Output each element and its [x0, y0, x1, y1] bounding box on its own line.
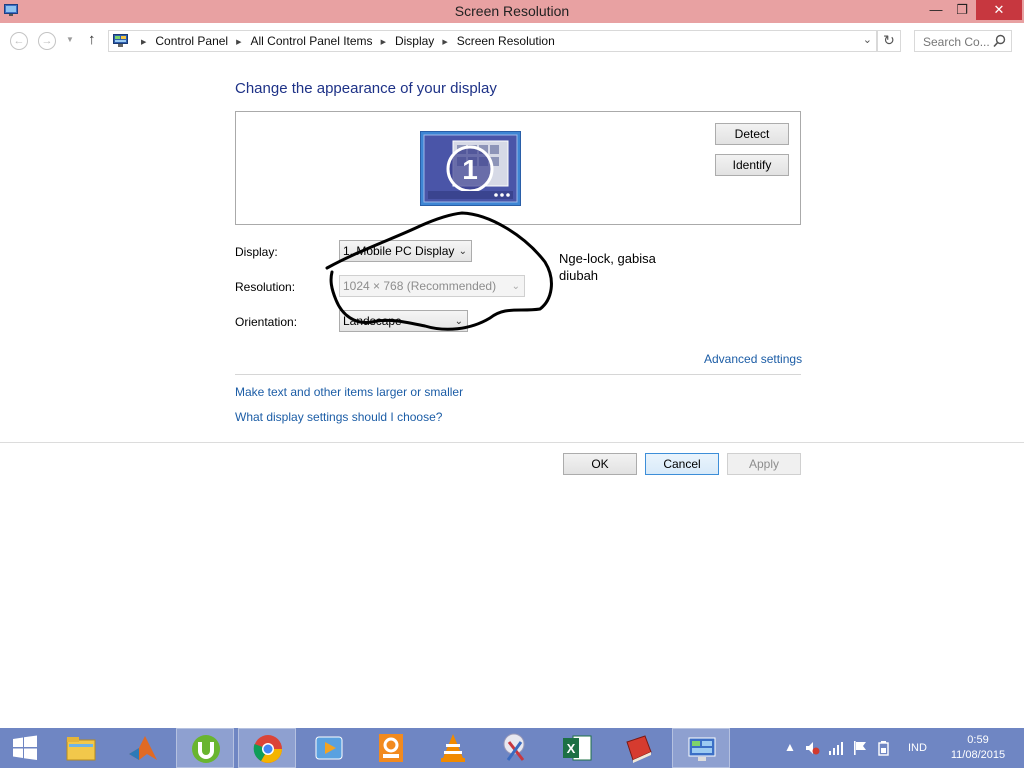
control-panel-icon — [688, 737, 716, 761]
back-button[interactable]: ← — [10, 32, 28, 50]
file-explorer-icon — [66, 737, 96, 761]
taskbar: X ▲ IND 0:59 11/08/2015 — [0, 728, 1024, 768]
display-select-value: 1. Mobile PC Display — [343, 244, 455, 258]
restore-button[interactable]: ❐ — [948, 0, 976, 20]
taskbar-pdf-reader[interactable] — [362, 728, 420, 768]
text-size-link[interactable]: Make text and other items larger or smal… — [235, 385, 463, 399]
taskbar-excel[interactable]: X — [548, 728, 606, 768]
address-dropdown-icon[interactable]: ⌄ — [863, 33, 872, 46]
title-bar: Screen Resolution — ❐ ✕ — [0, 0, 1024, 23]
matlab-icon — [129, 736, 157, 760]
orientation-select-value: Landscape — [343, 314, 402, 328]
resolution-label: Resolution: — [235, 280, 296, 294]
battery-power-icon[interactable] — [876, 740, 892, 756]
taskbar-control-panel[interactable] — [672, 728, 730, 768]
close-button[interactable]: ✕ — [976, 0, 1022, 20]
utorrent-icon — [192, 735, 220, 763]
control-panel-icon — [113, 34, 128, 47]
display-label: Display: — [235, 245, 278, 259]
search-input[interactable]: Search Co... — [923, 35, 990, 49]
volume-muted-icon[interactable] — [804, 740, 820, 756]
chevron-down-icon: ⌄ — [454, 316, 463, 327]
start-icon — [13, 735, 37, 760]
refresh-button[interactable]: ↻ — [877, 30, 901, 52]
network-signal-icon[interactable] — [828, 740, 844, 756]
taskbar-vlc[interactable] — [424, 728, 482, 768]
breadcrumb-chevron-icon: ▶ — [141, 39, 147, 46]
address-bar[interactable]: ▶ Control Panel ▶ All Control Panel Items ▶ D… — [108, 30, 877, 52]
search-icon[interactable] — [993, 34, 1006, 48]
taskbar-matlab[interactable] — [114, 728, 172, 768]
breadcrumb-screen-resolution[interactable]: Screen Resolution — [457, 34, 555, 48]
vlc-icon — [441, 734, 465, 762]
display-help-link[interactable]: What display settings should I choose? — [235, 410, 442, 424]
svg-text:X: X — [567, 741, 576, 756]
footer-divider — [0, 442, 1024, 443]
advanced-settings-link[interactable]: Advanced settings — [704, 352, 802, 366]
taskbar-book[interactable] — [610, 728, 668, 768]
recent-locations-dropdown[interactable]: ▼ — [66, 35, 74, 44]
taskbar-file-explorer[interactable] — [52, 728, 110, 768]
chevron-down-icon: ⌄ — [458, 246, 467, 257]
display-select[interactable]: 1. Mobile PC Display ⌄ — [339, 240, 472, 262]
screen-resolution-window: Screen Resolution — ❐ ✕ ← → ▼ ↑ ▶ Control… — [0, 0, 1024, 768]
monitor-1-icon[interactable]: 1 — [420, 131, 521, 206]
page-title: Change the appearance of your display — [235, 80, 497, 97]
excel-icon: X — [563, 735, 592, 761]
identify-button[interactable]: Identify — [715, 154, 789, 176]
orientation-label: Orientation: — [235, 315, 298, 329]
system-clock[interactable]: 0:59 11/08/2015 — [948, 733, 1008, 763]
annotation-note: Nge-lock, gabisa diubah — [559, 251, 656, 283]
breadcrumb-all-items[interactable]: All Control Panel Items — [251, 34, 373, 48]
apply-button[interactable]: Apply — [727, 453, 801, 475]
divider — [235, 374, 801, 375]
monitor-preview-area: 1 Detect Identify — [235, 111, 801, 225]
breadcrumb-control-panel[interactable]: Control Panel — [155, 34, 228, 48]
resolution-select-value: 1024 × 768 (Recommended) — [343, 279, 497, 293]
taskbar-utorrent[interactable] — [176, 728, 234, 768]
pdf-reader-icon — [379, 734, 403, 762]
media-player-icon — [315, 736, 343, 760]
monitor-number: 1 — [462, 154, 478, 185]
cancel-button[interactable]: Cancel — [645, 453, 719, 475]
chevron-down-icon: ⌄ — [511, 281, 520, 292]
taskbar-chrome[interactable] — [238, 728, 296, 768]
chrome-icon — [253, 735, 282, 763]
breadcrumb: ▶ Control Panel ▶ All Control Panel Items ▶ D… — [133, 34, 555, 48]
minimize-button[interactable]: — — [922, 0, 950, 20]
breadcrumb-chevron-icon[interactable]: ▶ — [236, 39, 241, 46]
book-icon — [626, 735, 652, 763]
show-hidden-icons-icon[interactable]: ▲ — [784, 740, 796, 754]
window-title: Screen Resolution — [454, 3, 570, 19]
taskbar-media-player[interactable] — [300, 728, 358, 768]
ok-button[interactable]: OK — [563, 453, 637, 475]
orientation-select[interactable]: Landscape ⌄ — [339, 310, 468, 332]
clock-time: 0:59 — [967, 734, 989, 746]
forward-button[interactable]: → — [38, 32, 56, 50]
resolution-select[interactable]: 1024 × 768 (Recommended) ⌄ — [339, 275, 525, 297]
input-language-indicator[interactable]: IND — [908, 742, 927, 754]
up-button[interactable]: ↑ — [88, 31, 96, 48]
breadcrumb-chevron-icon[interactable]: ▶ — [442, 39, 447, 46]
taskbar-snipping-tool[interactable] — [486, 728, 544, 768]
action-center-flag-icon[interactable] — [852, 740, 868, 756]
breadcrumb-chevron-icon[interactable]: ▶ — [381, 39, 386, 46]
breadcrumb-display[interactable]: Display — [395, 34, 434, 48]
navigation-bar: ← → ▼ ↑ ▶ Control Panel ▶ All Control Panel… — [0, 23, 1024, 61]
search-box[interactable]: Search Co... — [914, 30, 1012, 52]
snipping-tool-icon — [503, 733, 525, 761]
detect-button[interactable]: Detect — [715, 123, 789, 145]
clock-date: 11/08/2015 — [950, 749, 1006, 761]
start-button[interactable] — [0, 728, 50, 768]
